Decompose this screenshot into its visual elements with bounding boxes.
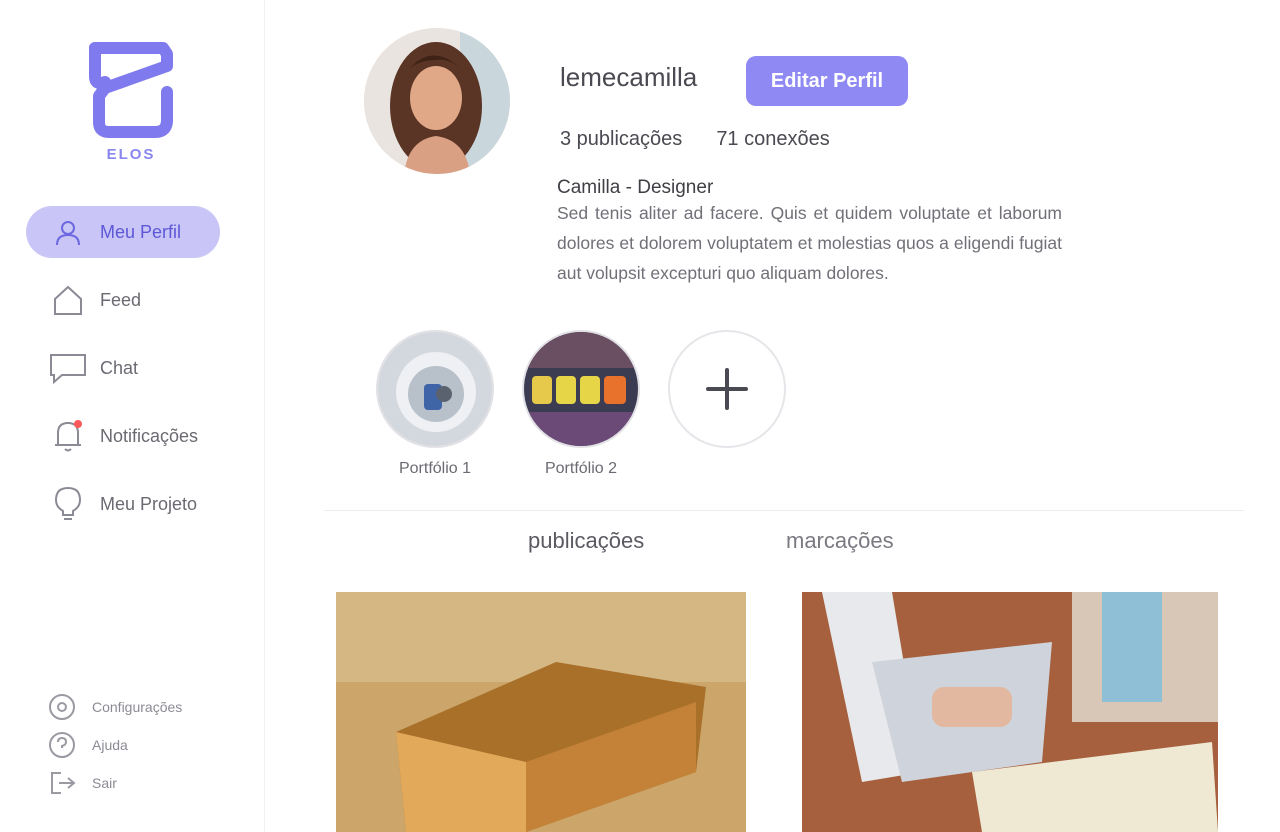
- logo[interactable]: ELOS: [84, 36, 178, 166]
- sidebar-item-label: Meu Perfil: [100, 221, 182, 242]
- section-divider: [324, 510, 1244, 511]
- home-icon: [48, 280, 88, 320]
- highlight-portfolio-2[interactable]: Portfólio 2: [522, 330, 640, 478]
- post-thumbnail[interactable]: [802, 592, 1218, 832]
- bell-icon: [48, 416, 88, 456]
- logout-icon: [46, 767, 78, 799]
- laptop-photo: [802, 592, 1218, 832]
- help-label: Ajuda: [92, 737, 128, 753]
- avatar-photo: [364, 28, 510, 174]
- profile-stats: 3 publicações 71 conexões: [560, 128, 830, 151]
- settings-label: Configurações: [92, 699, 183, 715]
- post-thumbnail[interactable]: [336, 592, 746, 832]
- sidebar-item-feed[interactable]: Feed: [26, 274, 256, 326]
- lightbulb-icon: [48, 484, 88, 524]
- sidebar-item-label: Chat: [100, 357, 139, 378]
- sidebar-item-meu-projeto[interactable]: Meu Projeto: [26, 478, 256, 530]
- highlight-label: Portfólio 1: [398, 460, 472, 477]
- profile-avatar[interactable]: [364, 28, 510, 174]
- plus-icon: [706, 368, 748, 410]
- profile-username: lemecamilla: [560, 62, 698, 92]
- logo-icon: [89, 42, 173, 138]
- tab-publicacoes[interactable]: publicações: [528, 528, 644, 554]
- bottom-nav: Configurações Ajuda Sair: [46, 688, 236, 802]
- sidebar: ELOS Meu Perfil Feed Chat Notificações M…: [0, 0, 265, 832]
- sidebar-item-chat[interactable]: Chat: [26, 342, 256, 394]
- bio-text: Sed tenis aliter ad facere. Quis et quid…: [557, 203, 1062, 283]
- sidebar-item-label: Meu Projeto: [100, 493, 198, 514]
- highlights-row: Portfólio 1 Portfólio 2: [376, 330, 786, 478]
- notification-badge: [74, 420, 82, 428]
- gear-icon: [46, 691, 78, 723]
- settings-link[interactable]: Configurações: [46, 688, 236, 726]
- posts-count[interactable]: 3 publicações: [560, 128, 682, 151]
- highlight-label: Portfólio 2: [544, 460, 618, 477]
- book-photo: [336, 592, 746, 832]
- highlight-add[interactable]: [668, 330, 786, 478]
- help-icon: [46, 729, 78, 761]
- bio-name: Camilla - Designer: [557, 177, 714, 198]
- sidebar-item-label: Notificações: [100, 425, 199, 446]
- logout-link[interactable]: Sair: [46, 764, 236, 802]
- highlight-thumbnail: [522, 330, 640, 448]
- sidebar-item-meu-perfil[interactable]: Meu Perfil: [26, 206, 220, 258]
- sidebar-item-label: Feed: [100, 289, 142, 310]
- highlight-portfolio-1[interactable]: Portfólio 1: [376, 330, 494, 478]
- highlight-thumbnail: [376, 330, 494, 448]
- main-nav: Meu Perfil Feed Chat Notificações Meu Pr…: [26, 206, 256, 546]
- add-highlight-button[interactable]: [668, 330, 786, 448]
- tab-marcacoes[interactable]: marcações: [786, 528, 894, 554]
- connections-count[interactable]: 71 conexões: [716, 128, 829, 151]
- chat-icon: [48, 348, 88, 388]
- logo-text: ELOS: [106, 146, 156, 163]
- edit-profile-button[interactable]: Editar Perfil: [746, 56, 908, 106]
- user-icon: [48, 212, 88, 252]
- sidebar-item-notificacoes[interactable]: Notificações: [26, 410, 256, 462]
- logout-label: Sair: [92, 775, 117, 791]
- help-link[interactable]: Ajuda: [46, 726, 236, 764]
